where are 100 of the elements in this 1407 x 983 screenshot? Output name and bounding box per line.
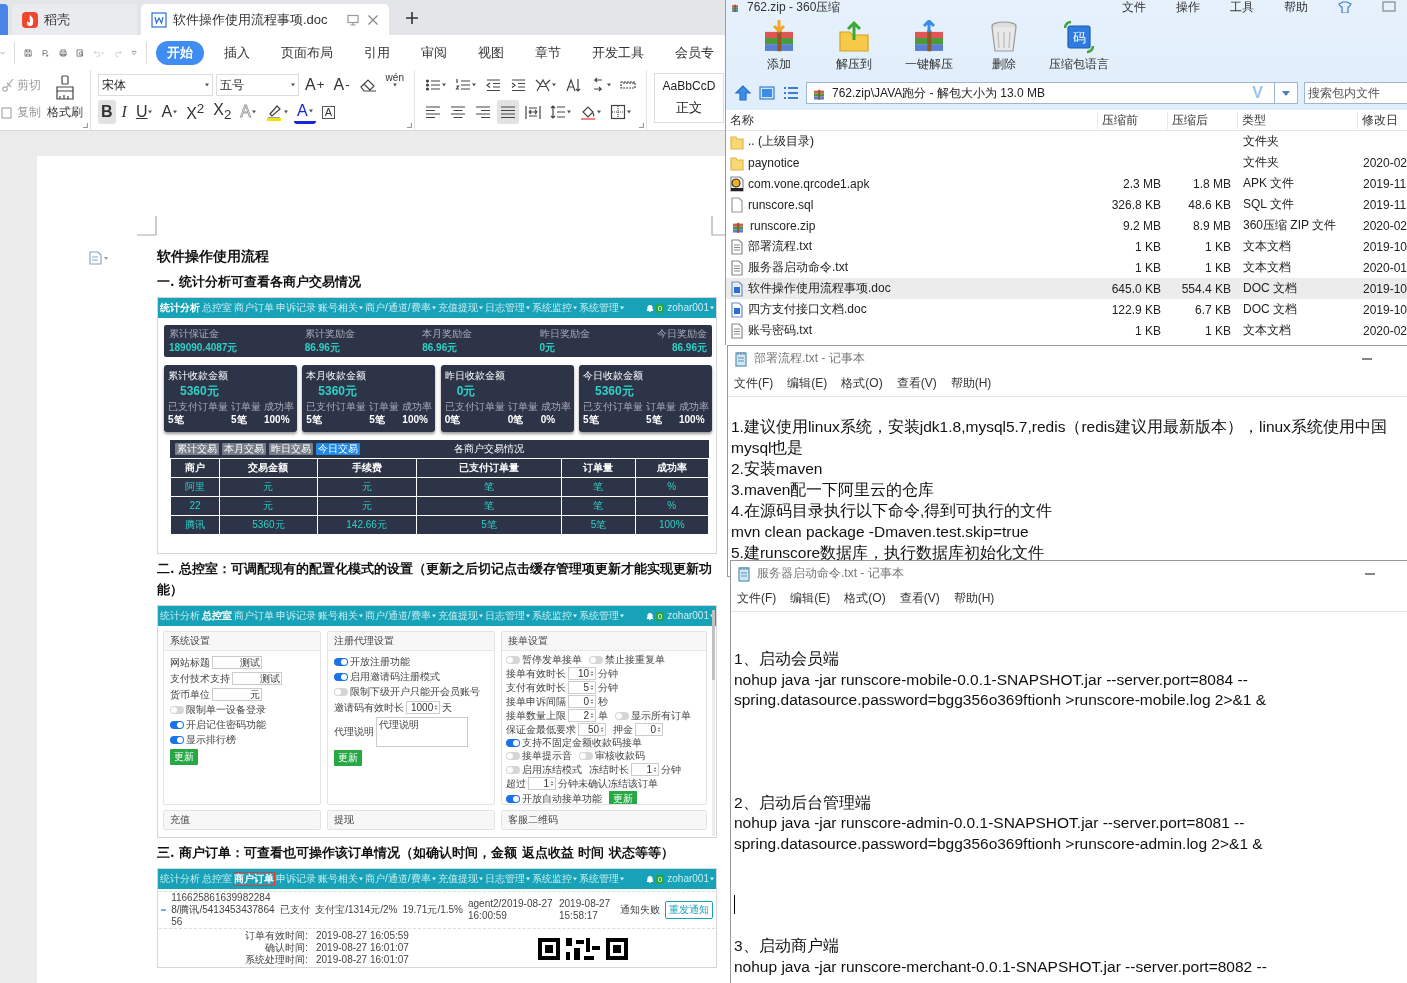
- menu-item[interactable]: 文件(F): [737, 590, 777, 607]
- tab[interactable]: 软件操作使用流程事项.doc: [141, 4, 389, 35]
- menu-item[interactable]: 格式(O): [844, 590, 886, 607]
- menu-tab[interactable]: 页面布局: [270, 40, 345, 65]
- file-row[interactable]: runscore.zip 9.2 MB 8.9 MB 360压缩 ZIP 文件 2020-02: [726, 215, 1407, 236]
- menu-tab[interactable]: 会员专: [664, 40, 725, 65]
- file-row[interactable]: .. (上级目录) 文件夹: [726, 131, 1407, 152]
- text-area[interactable]: 代理说明: [376, 717, 468, 747]
- menu-item[interactable]: 编辑(E): [787, 375, 828, 392]
- toggle-switch[interactable]: [615, 711, 629, 720]
- menu-item[interactable]: 格式(O): [841, 375, 883, 392]
- period-tab[interactable]: 今日交易: [316, 443, 360, 455]
- toolbar-button[interactable]: 码 压缩包语言: [1041, 20, 1116, 80]
- menu-item[interactable]: 查看(V): [896, 375, 937, 392]
- toolbar-button[interactable]: 一键解压: [891, 20, 966, 80]
- search-field[interactable]: 搜索包内文件: [1304, 82, 1407, 104]
- file-row[interactable]: 四方支付接口文档.doc 122.9 KB 6.7 KB DOC 文档 2019-10: [726, 299, 1407, 320]
- menu-item[interactable]: 帮助(H): [950, 375, 992, 392]
- underline-button[interactable]: U: [132, 100, 156, 124]
- file-row[interactable]: 账号密码.txt 1 KB 1 KB 文本文档 2020-02: [726, 320, 1407, 341]
- character-border-button[interactable]: A: [318, 100, 338, 124]
- file-row[interactable]: runscore.sql 326.8 KB 48.6 KB SQL 文件 2019-11: [726, 194, 1407, 215]
- number-field[interactable]: 2: [568, 709, 596, 722]
- menu-tab[interactable]: 章节: [524, 40, 573, 65]
- file-row[interactable]: com.vone.qrcode1.apk 2.3 MB 1.8 MB APK 文件 2019-11: [726, 173, 1407, 194]
- toggle-switch[interactable]: [506, 739, 520, 747]
- menu-tab[interactable]: 审阅: [410, 40, 459, 65]
- up-arrow-icon[interactable]: [734, 84, 752, 102]
- toggle-switch[interactable]: [506, 656, 520, 664]
- menu-item[interactable]: 操作: [1176, 0, 1200, 16]
- text-field[interactable]: 元: [212, 688, 262, 701]
- toggle-switch[interactable]: [589, 656, 603, 664]
- close-icon[interactable]: [367, 13, 379, 26]
- toggle-switch[interactable]: [506, 795, 520, 803]
- strikethrough-button[interactable]: A: [158, 100, 181, 124]
- menu-item[interactable]: 编辑(E): [790, 590, 831, 607]
- dialog-launcher-icon[interactable]: [83, 123, 88, 128]
- column-header[interactable]: 名称: [726, 111, 1098, 129]
- text-field[interactable]: 测试: [212, 656, 262, 669]
- menu-item[interactable]: 文件: [1122, 0, 1146, 16]
- toggle-switch[interactable]: [506, 765, 520, 774]
- menu-item[interactable]: 查看(V): [899, 590, 940, 607]
- menu-item[interactable]: 文件(F): [734, 375, 774, 392]
- number-field[interactable]: 0: [635, 723, 663, 736]
- toggle-switch[interactable]: [170, 721, 184, 729]
- format-painter-button[interactable]: 格式刷: [47, 73, 83, 130]
- toggle-switch[interactable]: [579, 752, 593, 760]
- superscript-button[interactable]: X$^{2}$: [183, 100, 208, 124]
- italic-button[interactable]: I: [118, 100, 130, 124]
- column-header[interactable]: 压缩前: [1098, 111, 1168, 129]
- number-field[interactable]: 1: [631, 763, 659, 776]
- bold-button[interactable]: B: [98, 100, 116, 124]
- subscript-button[interactable]: X$_{2}$: [210, 100, 235, 124]
- file-row[interactable]: paynotice 文件夹 2020-02: [726, 152, 1407, 173]
- message-icon[interactable]: [1382, 1, 1396, 13]
- file-row[interactable]: 服务器启动命令.txt 1 KB 1 KB 文本文档 2020-01: [726, 257, 1407, 278]
- menu-tab[interactable]: 开发工具: [581, 40, 656, 65]
- column-header[interactable]: 类型: [1238, 111, 1358, 129]
- dialog-launcher-icon[interactable]: [638, 123, 644, 128]
- toggle-switch[interactable]: [506, 752, 520, 760]
- menu-tab[interactable]: 视图: [467, 40, 516, 65]
- text-field[interactable]: 测试: [232, 672, 282, 685]
- period-tab[interactable]: 累计交易: [175, 443, 219, 455]
- collapse-icon[interactable]: [161, 908, 167, 912]
- column-header[interactable]: 压缩后: [1168, 111, 1238, 129]
- menu-item[interactable]: 帮助: [1284, 0, 1308, 16]
- number-field[interactable]: 1000: [406, 701, 441, 714]
- menu-item[interactable]: 帮助(H): [953, 590, 995, 607]
- font-name-field[interactable]: 宋体: [98, 74, 213, 96]
- column-header[interactable]: 修改日: [1358, 111, 1407, 129]
- font-size-field[interactable]: 五号: [216, 74, 299, 96]
- menu-item[interactable]: 工具: [1230, 0, 1254, 16]
- dialog-launcher-icon[interactable]: [406, 123, 412, 128]
- toggle-switch[interactable]: [334, 673, 348, 681]
- number-field[interactable]: 5: [568, 681, 596, 694]
- toolbar-button[interactable]: 解压到: [816, 20, 891, 80]
- number-field[interactable]: 0: [568, 695, 596, 708]
- file-row[interactable]: 部署流程.txt 1 KB 1 KB 文本文档 2019-10: [726, 236, 1407, 257]
- toggle-switch[interactable]: [170, 706, 184, 714]
- menu-tab[interactable]: 引用: [353, 40, 402, 65]
- plus-icon[interactable]: [405, 10, 419, 25]
- font-color-button[interactable]: A: [294, 100, 316, 124]
- path-field[interactable]: 762.zip\JAVA跑分 - 解包大小为 13.0 MB V: [806, 82, 1298, 104]
- toolbar-button[interactable]: 添加: [741, 20, 816, 80]
- period-tab[interactable]: 本月交易: [222, 443, 266, 455]
- shirt-icon[interactable]: [1338, 1, 1352, 13]
- justify-button[interactable]: [496, 100, 519, 124]
- toggle-switch[interactable]: [170, 736, 184, 744]
- file-row[interactable]: 软件操作使用流程事项.doc 645.0 KB 554.4 KB DOC 文档 2019-10: [726, 278, 1407, 299]
- menu-tab[interactable]: 插入: [213, 40, 262, 65]
- toggle-switch[interactable]: [334, 688, 348, 696]
- toolbar-button[interactable]: 删除: [966, 20, 1041, 80]
- pinyin-button[interactable]: wén: [382, 73, 407, 97]
- style-gallery[interactable]: AaBbCcD 正文: [653, 73, 724, 123]
- number-field[interactable]: 10: [568, 667, 596, 680]
- number-field[interactable]: 1: [528, 777, 556, 790]
- monitor-icon[interactable]: [347, 13, 359, 26]
- tab[interactable]: 稻壳: [12, 4, 137, 35]
- large-icons-view-icon[interactable]: [758, 84, 776, 102]
- period-tab[interactable]: 昨日交易: [269, 443, 313, 455]
